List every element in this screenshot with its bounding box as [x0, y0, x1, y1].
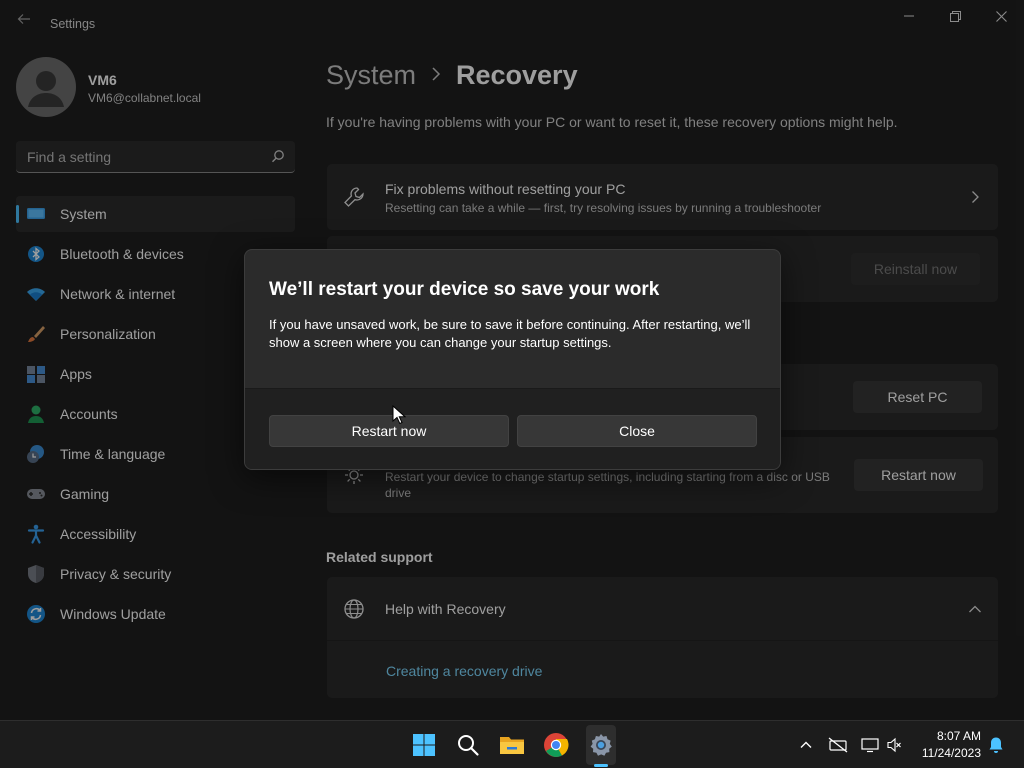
- chevron-up-icon[interactable]: [796, 735, 816, 755]
- clock-date[interactable]: 11/24/2023: [922, 746, 981, 760]
- taskbar: 8:07 AM 11/24/2023: [0, 720, 1024, 768]
- dialog-footer: Restart now Close: [245, 388, 780, 469]
- dialog-title: We’ll restart your device so save your w…: [269, 279, 660, 300]
- mouse-cursor-icon: [392, 404, 407, 425]
- search-icon[interactable]: [454, 731, 482, 759]
- network-off-icon[interactable]: [828, 735, 848, 755]
- display-icon[interactable]: [860, 735, 880, 755]
- file-explorer-icon[interactable]: [498, 731, 526, 759]
- notification-bell-icon[interactable]: [986, 735, 1006, 755]
- active-app-indicator: [594, 764, 608, 767]
- settings-icon[interactable]: [587, 731, 615, 759]
- clock-time[interactable]: 8:07 AM: [937, 729, 981, 743]
- chrome-icon[interactable]: [542, 731, 570, 759]
- volume-mute-icon[interactable]: [884, 735, 904, 755]
- restart-dialog: We’ll restart your device so save your w…: [244, 249, 781, 470]
- dialog-close-button[interactable]: Close: [517, 415, 757, 447]
- windows-start-icon[interactable]: [410, 731, 438, 759]
- dialog-body: If you have unsaved work, be sure to sav…: [269, 317, 751, 350]
- dialog-restart-now-button[interactable]: Restart now: [269, 415, 509, 447]
